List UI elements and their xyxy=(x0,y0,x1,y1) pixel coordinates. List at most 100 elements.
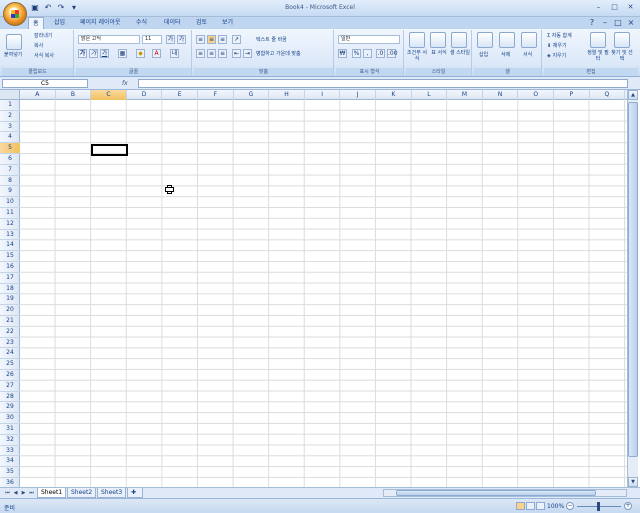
sheet-tab-1[interactable]: Sheet1 xyxy=(37,488,67,498)
row-header-32[interactable]: 32 xyxy=(0,435,20,446)
next-sheet-button[interactable]: ▶ xyxy=(20,489,27,497)
table-format-button[interactable]: 표 서식 xyxy=(428,50,450,56)
font-color-icon[interactable]: A xyxy=(152,49,161,58)
row-header-6[interactable]: 6 xyxy=(0,154,20,165)
currency-button[interactable]: ₩ xyxy=(338,49,347,58)
row-header-34[interactable]: 34 xyxy=(0,456,20,468)
tab-insert[interactable]: 삽입 xyxy=(50,17,69,29)
tab-review[interactable]: 검토 xyxy=(192,17,211,29)
row-header-15[interactable]: 15 xyxy=(0,251,20,262)
decrease-indent-icon[interactable]: ⇤ xyxy=(232,49,241,58)
align-center-icon[interactable]: ≡ xyxy=(207,49,216,58)
sheet-tab-2[interactable]: Sheet2 xyxy=(67,488,97,498)
paste-button[interactable]: 붙여넣기 xyxy=(4,52,22,59)
row-header-13[interactable]: 13 xyxy=(0,230,20,241)
column-header-i[interactable]: I xyxy=(305,90,341,100)
decrease-decimal-icon[interactable]: .00 xyxy=(387,49,398,58)
scroll-up-button[interactable]: ▲ xyxy=(628,90,638,100)
restore-icon[interactable]: □ xyxy=(613,18,623,28)
clear-button[interactable]: ◈ 지우기 xyxy=(547,53,566,60)
last-sheet-button[interactable]: ⏭ xyxy=(28,489,35,497)
close-button[interactable]: ✕ xyxy=(623,2,638,13)
tab-page-layout[interactable]: 페이지 레이아웃 xyxy=(76,17,125,29)
align-top-icon[interactable]: ≡ xyxy=(196,35,205,44)
page-layout-view-icon[interactable] xyxy=(526,502,535,510)
insert-button[interactable]: 삽입 xyxy=(479,52,488,59)
tab-view[interactable]: 보기 xyxy=(218,17,237,29)
column-header-p[interactable]: P xyxy=(554,90,590,100)
close-icon[interactable]: × xyxy=(626,18,636,28)
zoom-level[interactable]: 100% xyxy=(547,503,564,510)
font-name-select[interactable]: 맑은 고딕 xyxy=(78,35,140,44)
column-header-g[interactable]: G xyxy=(234,90,270,100)
maximize-button[interactable]: □ xyxy=(607,2,622,13)
prev-sheet-button[interactable]: ◀ xyxy=(12,489,19,497)
first-sheet-button[interactable]: ⏮ xyxy=(4,489,11,497)
format-button[interactable]: 서식 xyxy=(523,52,532,59)
office-button[interactable] xyxy=(3,2,27,26)
cell-style-button[interactable]: 셀 스타일 xyxy=(449,50,471,56)
row-header-30[interactable]: 30 xyxy=(0,413,20,424)
column-header-c[interactable]: C xyxy=(91,90,127,100)
column-header-m[interactable]: M xyxy=(447,90,483,100)
find-select-button[interactable]: 찾기 및 선택 xyxy=(610,50,634,62)
row-header-26[interactable]: 26 xyxy=(0,370,20,381)
column-header-l[interactable]: L xyxy=(412,90,448,100)
horizontal-scrollbar[interactable] xyxy=(383,489,627,497)
phonetic-icon[interactable]: 내 xyxy=(170,49,179,58)
minimize-button[interactable]: – xyxy=(591,2,606,13)
font-size-select[interactable]: 11 xyxy=(142,35,162,44)
row-header-36[interactable]: 36 xyxy=(0,478,20,487)
sort-filter-icon[interactable] xyxy=(590,32,606,48)
vertical-scroll-thumb[interactable] xyxy=(628,102,638,457)
scroll-down-button[interactable]: ▼ xyxy=(628,477,638,487)
normal-view-icon[interactable] xyxy=(516,502,525,510)
column-header-e[interactable]: E xyxy=(162,90,198,100)
align-left-icon[interactable]: ≡ xyxy=(196,49,205,58)
row-header-7[interactable]: 7 xyxy=(0,165,20,176)
percent-button[interactable]: % xyxy=(352,49,361,58)
column-header-d[interactable]: D xyxy=(127,90,163,100)
align-middle-icon[interactable]: ≡ xyxy=(207,35,216,44)
insert-sheet-icon[interactable]: ✚ xyxy=(127,488,143,498)
row-header-11[interactable]: 11 xyxy=(0,208,20,219)
row-header-22[interactable]: 22 xyxy=(0,327,20,338)
italic-button[interactable]: 가 xyxy=(89,49,98,58)
border-icon[interactable]: ▦ xyxy=(118,49,127,58)
row-header-4[interactable]: 4 xyxy=(0,132,20,144)
vertical-scrollbar[interactable]: ▲ ▼ xyxy=(627,90,638,487)
table-format-icon[interactable] xyxy=(430,32,446,48)
conditional-format-button[interactable]: 조건부 서식 xyxy=(406,50,428,62)
tab-home[interactable]: 홈 xyxy=(28,17,44,29)
row-header-28[interactable]: 28 xyxy=(0,392,20,403)
tab-data[interactable]: 데이터 xyxy=(160,17,185,29)
format-cells-icon[interactable] xyxy=(521,32,537,48)
column-header-n[interactable]: N xyxy=(483,90,519,100)
row-header-12[interactable]: 12 xyxy=(0,219,20,230)
row-header-24[interactable]: 24 xyxy=(0,348,20,360)
tab-formulas[interactable]: 수식 xyxy=(132,17,151,29)
delete-cells-icon[interactable] xyxy=(499,32,515,48)
row-header-31[interactable]: 31 xyxy=(0,424,20,435)
column-header-h[interactable]: H xyxy=(269,90,305,100)
underline-button[interactable]: 가 xyxy=(100,49,109,58)
bold-button[interactable]: 가 xyxy=(78,49,87,58)
find-select-icon[interactable] xyxy=(614,32,630,48)
shrink-font-button[interactable]: 가 xyxy=(177,35,186,44)
row-header-20[interactable]: 20 xyxy=(0,305,20,316)
delete-button[interactable]: 삭제 xyxy=(501,52,510,59)
conditional-format-icon[interactable] xyxy=(409,32,425,48)
paste-icon[interactable] xyxy=(6,34,22,50)
active-cell[interactable] xyxy=(91,144,128,156)
select-all-button[interactable] xyxy=(0,90,20,100)
row-header-25[interactable]: 25 xyxy=(0,359,20,370)
zoom-in-icon[interactable]: + xyxy=(624,502,632,510)
row-header-17[interactable]: 17 xyxy=(0,273,20,284)
help-icon[interactable]: ? xyxy=(587,18,597,28)
cell-style-icon[interactable] xyxy=(451,32,467,48)
row-header-5[interactable]: 5 xyxy=(0,143,20,154)
fill-color-icon[interactable]: ◆ xyxy=(136,49,145,58)
row-header-19[interactable]: 19 xyxy=(0,294,20,306)
number-format-select[interactable]: 일반 xyxy=(338,35,400,44)
merge-center-button[interactable]: 병합하고 가운데 맞춤 xyxy=(256,51,301,58)
